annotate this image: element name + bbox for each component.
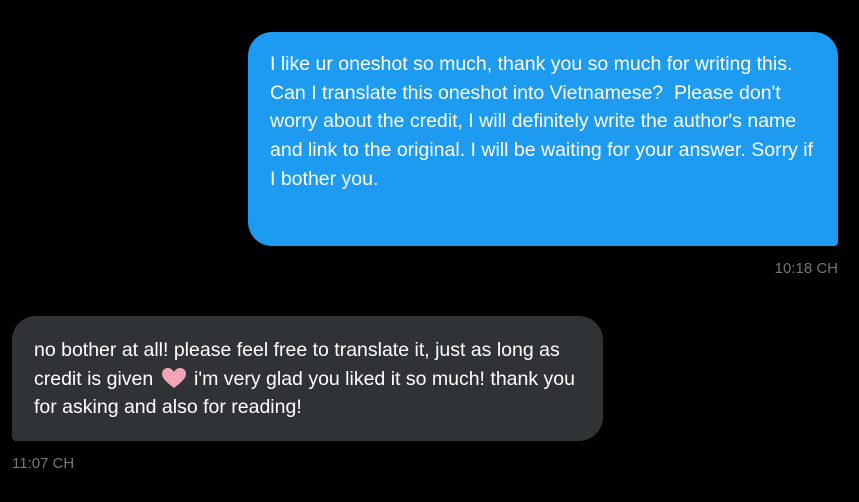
incoming-message-timestamp: 11:07 CH [12,455,75,472]
pink-heart-icon [161,367,187,389]
outgoing-message-bubble[interactable]: I like ur oneshot so much, thank you so … [248,32,838,246]
outgoing-message-timestamp: 10:18 CH [774,260,838,277]
message-thread: I like ur oneshot so much, thank you so … [0,0,859,502]
outgoing-message-text: I like ur oneshot so much, thank you so … [270,53,819,190]
incoming-message-bubble[interactable]: no bother at all! please feel free to tr… [12,316,603,441]
